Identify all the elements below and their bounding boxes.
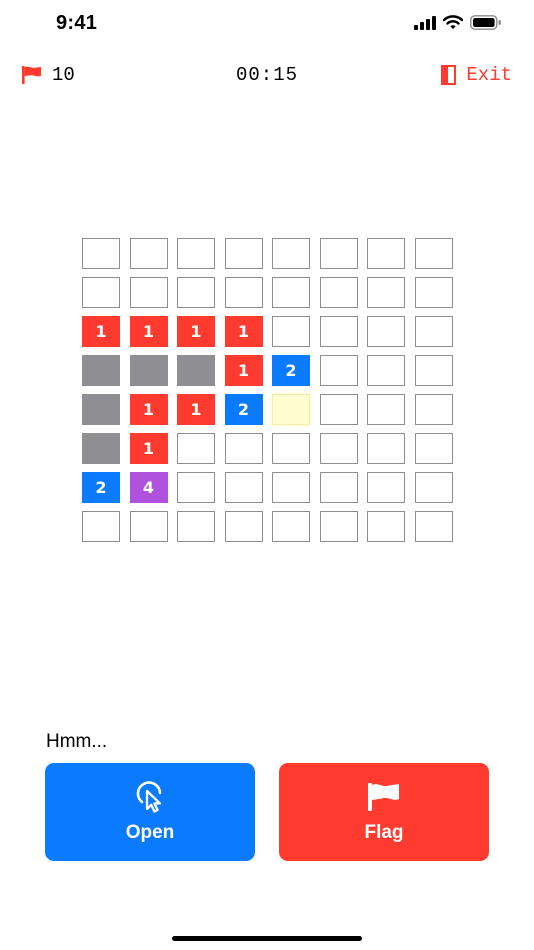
board-cell[interactable]	[319, 238, 358, 269]
board-cell[interactable]	[367, 433, 405, 464]
board-cell[interactable]	[129, 238, 168, 269]
board-cell[interactable]	[414, 316, 453, 347]
board-cell[interactable]	[129, 355, 168, 386]
hint-text: Hmm...	[46, 731, 108, 752]
status-time: 9:41	[56, 12, 98, 34]
battery-icon	[470, 15, 501, 30]
board-cell[interactable]	[367, 472, 405, 503]
board-cell[interactable]	[319, 511, 358, 542]
board-cell[interactable]	[272, 472, 310, 503]
board-cell[interactable]	[367, 511, 405, 542]
board-cell[interactable]	[319, 394, 358, 425]
board-cell[interactable]	[367, 316, 405, 347]
wifi-icon	[443, 15, 463, 29]
board-cell[interactable]: 1	[129, 394, 168, 425]
board-cell[interactable]	[272, 238, 310, 269]
exit-label: Exit	[466, 64, 512, 86]
board-cell[interactable]	[177, 433, 215, 464]
board-cell[interactable]: 2	[82, 472, 120, 503]
board-cell[interactable]: 4	[129, 472, 168, 503]
flag-label: Flag	[364, 822, 404, 843]
board-cell[interactable]	[414, 355, 453, 386]
board-cell[interactable]: 1	[224, 316, 263, 347]
signal-icon	[414, 15, 436, 30]
board-cell[interactable]	[177, 511, 215, 542]
board-cell[interactable]	[224, 511, 263, 542]
status-bar: 9:41	[0, 0, 534, 48]
board-cell[interactable]	[82, 277, 120, 308]
board-cell[interactable]	[272, 277, 310, 308]
door-icon	[441, 65, 457, 85]
board-cell[interactable]: 1	[129, 316, 168, 347]
status-icons	[414, 15, 502, 30]
tap-cursor-icon	[132, 780, 168, 814]
board-cell[interactable]	[224, 433, 263, 464]
board-cell[interactable]	[272, 394, 310, 425]
board-cell[interactable]	[367, 394, 405, 425]
board-cell[interactable]	[367, 238, 405, 269]
board-cell[interactable]	[177, 238, 215, 269]
board-cell[interactable]: 1	[224, 355, 263, 386]
board-cell[interactable]	[367, 277, 405, 308]
board-cell[interactable]	[414, 511, 453, 542]
board-cell[interactable]	[224, 277, 263, 308]
board-cell[interactable]	[129, 277, 168, 308]
board-cell[interactable]	[224, 238, 263, 269]
board-cell[interactable]	[319, 277, 358, 308]
game-board: 111112112124	[82, 238, 453, 542]
board-cell[interactable]	[319, 433, 358, 464]
board-cell[interactable]	[82, 511, 120, 542]
board-cell[interactable]: 1	[82, 316, 120, 347]
board-cell[interactable]	[129, 511, 168, 542]
flag-button[interactable]: Flag	[279, 763, 489, 861]
board-cell[interactable]	[82, 238, 120, 269]
board-cell[interactable]	[414, 394, 453, 425]
board-cell[interactable]	[414, 472, 453, 503]
home-indicator	[172, 936, 362, 941]
board-cell[interactable]	[177, 355, 215, 386]
board-cell[interactable]	[177, 472, 215, 503]
board-cell[interactable]: 1	[129, 433, 168, 464]
board-cell[interactable]	[414, 277, 453, 308]
exit-button[interactable]: Exit	[440, 64, 512, 86]
board-cell[interactable]	[82, 355, 120, 386]
board-cell[interactable]	[319, 355, 358, 386]
board-cell[interactable]	[82, 433, 120, 464]
board-cell[interactable]: 1	[177, 316, 215, 347]
game-header: 10 00:15 Exit	[0, 58, 534, 92]
board-cell[interactable]	[82, 394, 120, 425]
open-label: Open	[125, 822, 175, 843]
board-cell[interactable]	[272, 433, 310, 464]
board-cell[interactable]	[414, 433, 453, 464]
board-cell[interactable]: 1	[177, 394, 215, 425]
open-button[interactable]: Open	[45, 763, 255, 861]
board-cell[interactable]	[272, 316, 310, 347]
board-cell[interactable]	[319, 316, 358, 347]
board-cell[interactable]	[319, 472, 358, 503]
board-cell[interactable]: 2	[224, 394, 263, 425]
board-cell[interactable]	[177, 277, 215, 308]
board-cell[interactable]	[414, 238, 453, 269]
board-cell[interactable]	[367, 355, 405, 386]
flag-icon	[367, 780, 401, 814]
board-cell[interactable]	[272, 511, 310, 542]
board-cell[interactable]: 2	[272, 355, 310, 386]
board-cell[interactable]	[224, 472, 263, 503]
